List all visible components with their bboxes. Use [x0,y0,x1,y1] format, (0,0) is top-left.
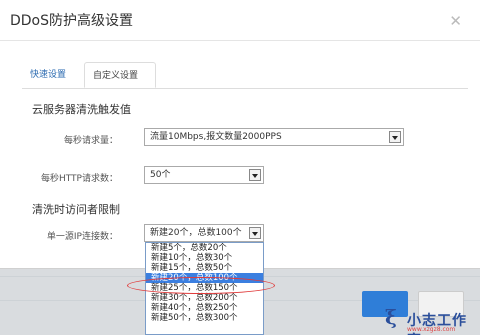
requests-per-second-select[interactable]: 流量10Mbps,报文数量2000PPS [144,128,404,146]
dialog-title: DDoS防护高级设置 [10,13,134,29]
section-title-trigger: 云服务器清洗触发值 [32,103,131,116]
dropdown-option[interactable]: 新建40个，总数250个 [146,303,263,313]
single-ip-connections-value: 新建20个，总数100个 [150,228,242,238]
single-ip-connections-select[interactable]: 新建20个，总数100个 [144,224,264,242]
requests-per-second-value: 流量10Mbps,报文数量2000PPS [150,132,282,142]
title-divider [0,40,480,41]
tabs-underline [22,88,468,89]
chevron-down-icon[interactable] [249,227,261,239]
chevron-down-icon[interactable] [389,131,401,143]
watermark-mark-icon: ξ [385,305,397,329]
dropdown-option[interactable]: 新建50个，总数300个 [146,313,263,323]
http-requests-value: 50个 [150,170,171,180]
section-title-visitor-limit: 清洗时访问者限制 [32,203,120,216]
dropdown-option[interactable]: 新建15个，总数50个 [146,263,263,273]
single-ip-connections-label: 单一源IP连接数： [46,232,118,242]
http-requests-select[interactable]: 50个 [144,166,264,184]
highlight-ellipse [127,277,275,294]
http-requests-label: 每秒HTTP请求数： [40,174,118,184]
tab-quick-settings[interactable]: 快速设置 [22,62,80,88]
watermark-logo: ξ 小志工作室 www.xzgz8.com [385,305,480,335]
watermark-url: www.xzgz8.com [407,326,456,333]
dropdown-option[interactable]: 新建5个，总数20个 [146,243,263,253]
dropdown-option[interactable]: 新建10个，总数30个 [146,253,263,263]
ddos-settings-dialog: DDoS防护高级设置 ✕ 快速设置 自定义设置 云服务器清洗触发值 每秒请求量：… [0,0,480,268]
dropdown-option[interactable]: 新建30个，总数200个 [146,293,263,303]
chevron-down-icon[interactable] [249,169,261,181]
requests-per-second-label: 每秒请求量： [63,136,118,146]
close-icon[interactable]: ✕ [449,12,462,30]
tab-custom-settings[interactable]: 自定义设置 [84,62,156,88]
